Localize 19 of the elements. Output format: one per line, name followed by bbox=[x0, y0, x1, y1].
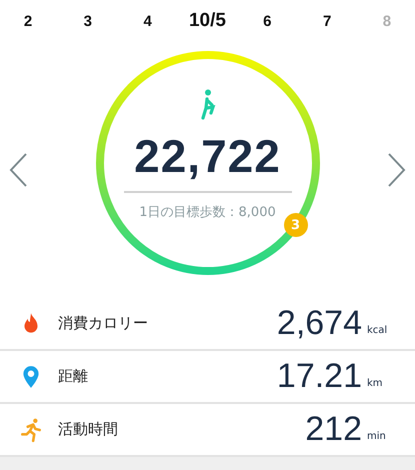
day-tab[interactable]: 4 bbox=[126, 12, 170, 30]
metric-label: 活動時間 bbox=[58, 420, 119, 439]
step-count: 22,722 bbox=[134, 129, 281, 183]
metric-label: 距離 bbox=[58, 367, 89, 386]
metric-unit: min bbox=[367, 431, 387, 442]
runner-icon bbox=[18, 416, 44, 442]
metric-value: 17.21 bbox=[276, 357, 362, 396]
day-tab[interactable]: 2 bbox=[6, 12, 50, 30]
metric-unit: kcal bbox=[367, 325, 388, 336]
metric-unit: km bbox=[367, 378, 384, 389]
daily-goal-text: 1日の目標歩数：8,000 bbox=[139, 204, 276, 221]
metric-value: 2,674 bbox=[276, 304, 362, 343]
day-tab[interactable]: 3 bbox=[66, 12, 110, 30]
metric-label: 消費カロリー bbox=[58, 314, 149, 333]
day-tab[interactable]: 7 bbox=[305, 12, 350, 30]
day-tab[interactable]: 6 bbox=[245, 12, 290, 30]
count-badge: 3 bbox=[284, 213, 308, 237]
day-tab[interactable]: 10/5 bbox=[185, 10, 230, 32]
metric-value: 212 bbox=[305, 410, 362, 449]
